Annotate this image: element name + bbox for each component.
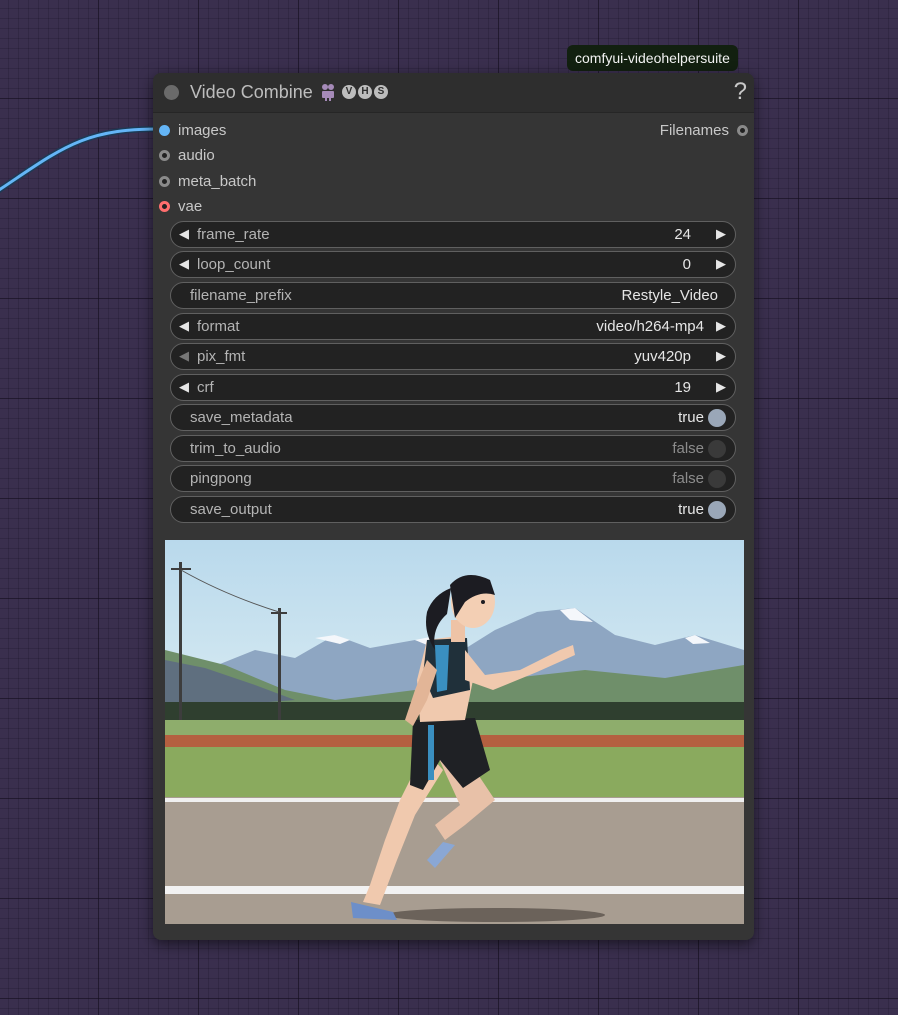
save-metadata-value: true [678, 409, 704, 426]
save-metadata-toggle[interactable]: save_metadata true [170, 404, 736, 431]
save-metadata-toggle-knob[interactable] [708, 409, 726, 427]
output-slot-filenames[interactable]: Filenames [660, 120, 748, 140]
loop-count-widget[interactable]: ◀ loop_count 0 ▶ [170, 251, 736, 278]
vhs-letter-h: H [358, 85, 372, 99]
save-output-label: save_output [190, 501, 272, 518]
save-metadata-label: save_metadata [190, 409, 293, 426]
pingpong-value: false [672, 470, 704, 487]
vhs-letter-v: V [342, 85, 356, 99]
crf-increment-icon[interactable]: ▶ [716, 379, 726, 395]
frame-rate-decrement-icon[interactable]: ◀ [179, 226, 189, 242]
save-output-toggle[interactable]: save_output true [170, 496, 736, 523]
input-slot-vae[interactable]: vae [159, 196, 202, 216]
save-output-toggle-knob[interactable] [708, 501, 726, 519]
crf-widget[interactable]: ◀ crf 19 ▶ [170, 374, 736, 401]
pingpong-toggle[interactable]: pingpong false [170, 465, 736, 492]
filename-prefix-widget[interactable]: filename_prefix Restyle_Video [170, 282, 736, 309]
pix-fmt-value[interactable]: yuv420p [634, 348, 691, 365]
filenames-slot-dot[interactable] [737, 124, 748, 136]
frame-rate-value[interactable]: 24 [674, 226, 691, 243]
input-slot-audio[interactable]: audio [159, 145, 215, 165]
help-icon[interactable]: ? [734, 78, 747, 106]
trim-to-audio-value: false [672, 440, 704, 457]
format-prev-icon[interactable]: ◀ [179, 318, 189, 334]
title-icons: V H S [320, 83, 388, 101]
input-label-vae: vae [178, 197, 203, 215]
input-slot-images[interactable]: images [159, 120, 226, 140]
input-slot-meta-batch[interactable]: meta_batch [159, 171, 256, 191]
crf-value[interactable]: 19 [674, 379, 691, 396]
save-output-value: true [678, 501, 704, 518]
preview-illustration [165, 540, 744, 924]
frame-rate-label: frame_rate [197, 226, 270, 243]
pix-fmt-next-icon[interactable]: ▶ [716, 348, 726, 364]
loop-count-label: loop_count [197, 256, 271, 273]
pix-fmt-label: pix_fmt [197, 348, 246, 365]
meta-batch-slot-dot[interactable] [159, 175, 170, 187]
format-value[interactable]: video/h264-mp4 [596, 318, 704, 335]
graph-canvas[interactable]: comfyui-videohelpersuite Video Combine V… [0, 0, 898, 1015]
collapse-toggle[interactable] [164, 85, 179, 100]
crf-label: crf [197, 379, 214, 396]
pingpong-label: pingpong [190, 470, 252, 487]
filename-prefix-value[interactable]: Restyle_Video [622, 287, 718, 304]
pix-fmt-widget[interactable]: ◀ pix_fmt yuv420p ▶ [170, 343, 736, 370]
trim-to-audio-toggle-knob[interactable] [708, 440, 726, 458]
loop-count-decrement-icon[interactable]: ◀ [179, 256, 189, 272]
audio-slot-dot[interactable] [159, 149, 170, 161]
filename-prefix-label: filename_prefix [190, 287, 292, 304]
trim-to-audio-label: trim_to_audio [190, 440, 281, 457]
input-label-audio: audio [178, 146, 215, 164]
vae-slot-dot[interactable] [159, 200, 170, 212]
format-widget[interactable]: ◀ format video/h264-mp4 ▶ [170, 313, 736, 340]
source-badge: comfyui-videohelpersuite [567, 45, 738, 71]
pix-fmt-prev-icon[interactable]: ◀ [179, 348, 189, 364]
crf-decrement-icon[interactable]: ◀ [179, 379, 189, 395]
vhs-letter-s: S [374, 85, 388, 99]
loop-count-value[interactable]: 0 [683, 256, 691, 273]
format-next-icon[interactable]: ▶ [716, 318, 726, 334]
output-label-filenames: Filenames [659, 121, 729, 139]
frame-rate-increment-icon[interactable]: ▶ [716, 226, 726, 242]
input-label-meta-batch: meta_batch [178, 172, 257, 190]
images-slot-dot[interactable] [159, 124, 170, 136]
format-label: format [197, 318, 240, 335]
video-preview[interactable] [165, 540, 744, 924]
node-title: Video Combine [190, 82, 313, 102]
film-icon [322, 84, 334, 101]
loop-count-increment-icon[interactable]: ▶ [716, 256, 726, 272]
trim-to-audio-toggle[interactable]: trim_to_audio false [170, 435, 736, 462]
frame-rate-widget[interactable]: ◀ frame_rate 24 ▶ [170, 221, 736, 248]
node-header[interactable]: Video Combine V H S ? [153, 73, 754, 113]
input-label-images: images [178, 121, 227, 139]
video-combine-node[interactable]: Video Combine V H S ? images audio meta_… [153, 73, 754, 940]
pingpong-toggle-knob[interactable] [708, 470, 726, 488]
